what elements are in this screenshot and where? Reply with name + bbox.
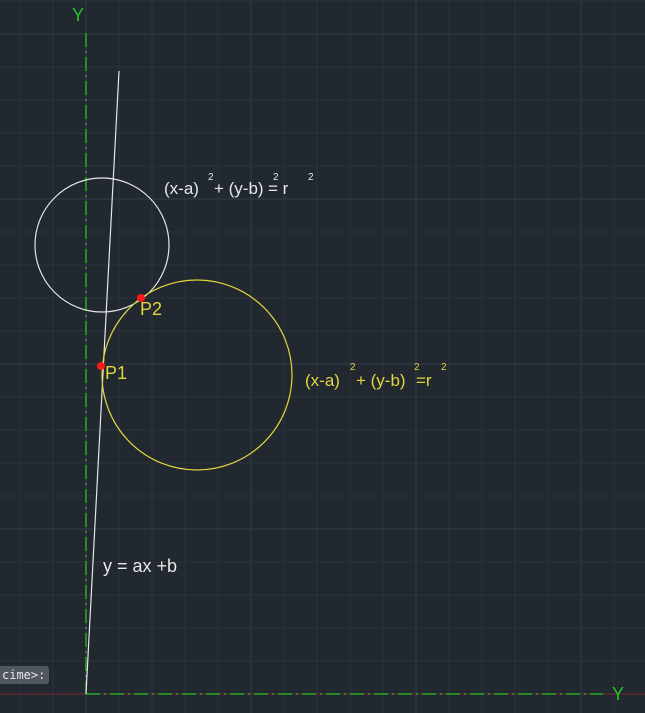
yellow-circle[interactable] — [101, 279, 293, 471]
white-circle-equation: (x-a) 2 + (y-b) 2 = r 2 — [164, 172, 314, 198]
grid — [0, 0, 645, 713]
eq1-term3: = r — [268, 179, 289, 198]
point-p1-label: P1 — [105, 363, 127, 383]
point-p1[interactable] — [97, 362, 105, 370]
drawing-viewport[interactable]: Y Y P1 P2 (x-a) 2 + (y-b) 2 = r 2 (x-a) … — [0, 0, 645, 713]
eq2-term3: =r — [416, 371, 432, 390]
point-p2-label: P2 — [140, 299, 162, 319]
white-circle[interactable] — [34, 177, 170, 313]
eq2-term2: + (y-b) — [356, 371, 406, 390]
yellow-circle-equation: (x-a) 2 + (y-b) 2 =r 2 — [305, 362, 447, 390]
eq1-term1: (x-a) — [164, 179, 199, 198]
command-prompt[interactable]: cime>: — [0, 666, 50, 684]
line-equation: y = ax +b — [103, 556, 177, 576]
y-axis-label: Y — [72, 5, 84, 25]
x-axis-label: Y — [612, 684, 624, 704]
eq2-term1: (x-a) — [305, 371, 340, 390]
eq1-exp3: 2 — [308, 172, 314, 183]
eq2-exp3: 2 — [441, 362, 447, 373]
eq1-term2: + (y-b) — [214, 179, 264, 198]
